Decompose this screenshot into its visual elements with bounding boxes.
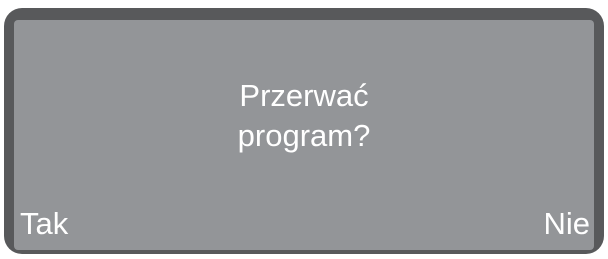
cancel-softkey[interactable]: Nie — [543, 204, 590, 244]
dialog-message: Przerwać program? — [14, 76, 594, 156]
confirm-softkey[interactable]: Tak — [20, 204, 68, 244]
dialog-message-line1: Przerwać — [239, 78, 369, 113]
display-screen: Przerwać program? Tak Nie — [14, 20, 594, 250]
dialog-message-line2: program? — [237, 118, 371, 153]
